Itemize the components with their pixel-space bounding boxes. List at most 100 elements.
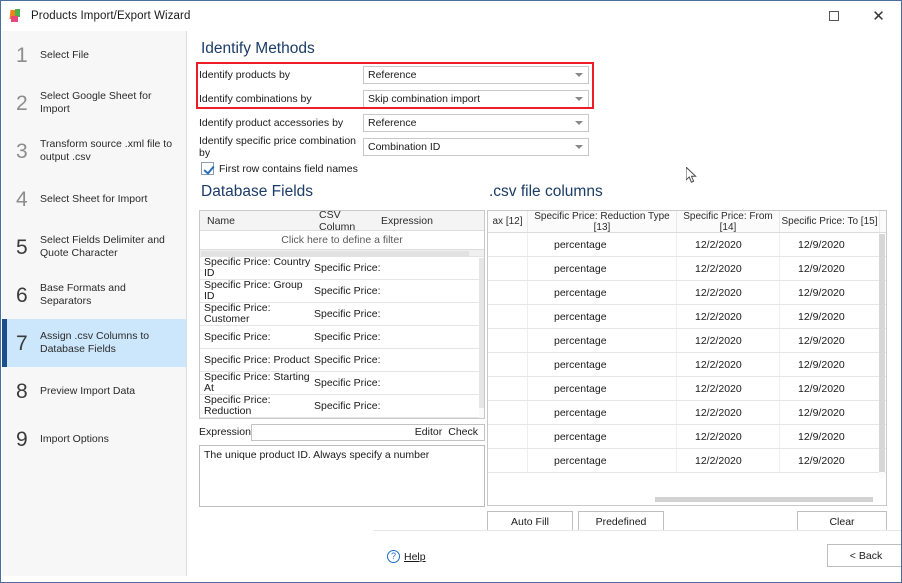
cell-tax	[488, 329, 528, 352]
clear-button[interactable]: Clear	[797, 511, 887, 532]
sidebar-item-select-file[interactable]: 1 Select File	[2, 31, 186, 79]
identify-accessories-value: Reference	[364, 117, 416, 129]
database-fields-title: Database Fields	[201, 183, 313, 201]
sidebar-item-import-options[interactable]: 9 Import Options	[2, 415, 186, 463]
table-row[interactable]: percentage 12/2/2020 12/9/2020	[488, 353, 886, 377]
table-row[interactable]: Specific Price: Specific Price:	[200, 326, 484, 349]
database-fields-panel: Database Fields Name CSV Column Expressi…	[199, 183, 485, 543]
table-row[interactable]: percentage 12/2/2020 12/9/2020	[488, 329, 886, 353]
database-fields-vertical-scrollbar[interactable]	[479, 258, 484, 419]
table-row[interactable]: Specific Price: Product Specific Price:	[200, 349, 484, 372]
table-row[interactable]: percentage 12/2/2020 12/9/2020	[488, 233, 886, 257]
filter-row[interactable]: Click here to define a filter	[200, 231, 484, 250]
cell-reduction-type: percentage	[528, 257, 677, 280]
wizard-window: Products Import/Export Wizard ✕ 1 Select…	[0, 0, 902, 583]
identify-products-label: Identify products by	[199, 69, 363, 81]
cell-to: 12/9/2020	[780, 233, 880, 256]
csv-vertical-scrollbar[interactable]	[879, 234, 885, 479]
editor-link[interactable]: Editor	[415, 426, 442, 438]
column-header-reduction-type[interactable]: Specific Price: Reduction Type [13]	[528, 211, 677, 232]
form-row-identify-products: Identify products by Reference	[199, 65, 589, 85]
identify-specific-price-label: Identify specific price combination by	[199, 135, 363, 159]
sidebar-item-assign-columns[interactable]: 7 Assign .csv Columns to Database Fields	[2, 319, 186, 367]
cell-reduction-type: percentage	[528, 401, 677, 424]
table-row[interactable]: Specific Price: Reduction Specific Price…	[200, 395, 484, 418]
column-header-expression[interactable]: Expression	[374, 215, 454, 227]
identify-accessories-dropdown[interactable]: Reference	[363, 114, 589, 132]
cell-tax	[488, 449, 528, 472]
check-link[interactable]: Check	[448, 426, 478, 438]
csv-header-row: ax [12] Specific Price: Reduction Type […	[488, 211, 886, 233]
expression-label: Expression	[199, 426, 251, 438]
cell-tax	[488, 353, 528, 376]
cell-name: Specific Price: Starting At	[200, 372, 312, 394]
table-row[interactable]: percentage 12/2/2020 12/9/2020	[488, 425, 886, 449]
table-row[interactable]: percentage 12/2/2020 12/9/2020	[488, 281, 886, 305]
expression-input[interactable]: Editor Check	[251, 424, 485, 441]
window-controls: ✕	[811, 1, 901, 31]
cell-from: 12/2/2020	[677, 233, 780, 256]
table-row[interactable]: percentage 12/2/2020 12/9/2020	[488, 305, 886, 329]
identify-products-dropdown[interactable]: Reference	[363, 66, 589, 84]
identify-specific-price-dropdown[interactable]: Combination ID	[363, 138, 589, 156]
sidebar-item-transform-source[interactable]: 3 Transform source .xml file to output .…	[2, 127, 186, 175]
wizard-steps-sidebar: 1 Select File 2 Select Google Sheet for …	[2, 31, 187, 583]
field-description-box: The unique product ID. Always specify a …	[199, 445, 485, 507]
step-number: 4	[16, 189, 38, 210]
cell-csv-column: Specific Price:	[312, 285, 402, 297]
table-row[interactable]: Specific Price: Group ID Specific Price:	[200, 280, 484, 303]
database-fields-grid[interactable]: Name CSV Column Expression Click here to…	[199, 210, 485, 419]
app-icon	[8, 8, 24, 24]
cell-tax	[488, 281, 528, 304]
sidebar-item-preview-import[interactable]: 8 Preview Import Data	[2, 367, 186, 415]
step-label: Preview Import Data	[38, 385, 135, 398]
column-header-csv-column[interactable]: CSV Column	[312, 210, 374, 233]
column-header-tax[interactable]: ax [12]	[488, 211, 528, 232]
first-row-field-names-checkbox[interactable]: First row contains field names	[201, 162, 358, 175]
cell-csv-column: Specific Price:	[312, 331, 402, 343]
table-row[interactable]: Specific Price: Customer Specific Price:	[200, 303, 484, 326]
identify-specific-price-value: Combination ID	[364, 141, 440, 153]
table-row[interactable]: Specific Price: Starting At Specific Pri…	[200, 372, 484, 395]
chevron-down-icon	[575, 73, 583, 77]
csv-columns-grid[interactable]: ax [12] Specific Price: Reduction Type […	[487, 210, 887, 506]
cell-tax	[488, 305, 528, 328]
sidebar-item-select-delimiter[interactable]: 5 Select Fields Delimiter and Quote Char…	[2, 223, 186, 271]
sidebar-item-select-google-sheet[interactable]: 2 Select Google Sheet for Import	[2, 79, 186, 127]
cell-reduction-type: percentage	[528, 281, 677, 304]
table-row[interactable]: percentage 12/2/2020 12/9/2020	[488, 401, 886, 425]
cell-name: Specific Price:	[200, 332, 312, 343]
database-fields-horizontal-scrollbar[interactable]	[200, 250, 484, 257]
column-header-name[interactable]: Name	[200, 215, 312, 227]
column-header-from[interactable]: Specific Price: From [14]	[677, 211, 780, 232]
cell-reduction-type: percentage	[528, 233, 677, 256]
identify-products-value: Reference	[364, 69, 416, 81]
csv-horizontal-scrollbar[interactable]	[488, 496, 880, 503]
cell-tax	[488, 233, 528, 256]
close-icon[interactable]: ✕	[856, 1, 901, 31]
back-button[interactable]: < Back	[827, 544, 902, 567]
auto-fill-button[interactable]: Auto Fill	[487, 511, 573, 532]
identify-combinations-dropdown[interactable]: Skip combination import	[363, 90, 589, 108]
identify-accessories-label: Identify product accessories by	[199, 117, 363, 129]
predefined-button[interactable]: Predefined	[578, 511, 664, 532]
footer-bar: ? Help < Back Next > Cancel	[373, 530, 902, 582]
cell-csv-column: Specific Price:	[312, 262, 402, 274]
identify-combinations-value: Skip combination import	[364, 93, 480, 105]
table-row[interactable]: percentage 12/2/2020 12/9/2020	[488, 449, 886, 473]
help-link[interactable]: ? Help	[387, 550, 426, 563]
checkbox-icon[interactable]	[201, 162, 214, 175]
step-number: 2	[16, 93, 38, 114]
table-row[interactable]: percentage 12/2/2020 12/9/2020	[488, 257, 886, 281]
column-header-to[interactable]: Specific Price: To [15]	[780, 211, 880, 232]
sidebar-item-base-formats[interactable]: 6 Base Formats and Separators	[2, 271, 186, 319]
title-bar: Products Import/Export Wizard ✕	[1, 1, 901, 31]
form-row-identify-combinations: Identify combinations by Skip combinatio…	[199, 89, 589, 109]
page-title: Identify Methods	[201, 40, 315, 58]
cell-tax	[488, 377, 528, 400]
maximize-button[interactable]	[811, 1, 856, 31]
form-row-identify-accessories: Identify product accessories by Referenc…	[199, 113, 589, 133]
table-row[interactable]: percentage 12/2/2020 12/9/2020	[488, 377, 886, 401]
sidebar-item-select-sheet[interactable]: 4 Select Sheet for Import	[2, 175, 186, 223]
table-row[interactable]: Specific Price: Country ID Specific Pric…	[200, 257, 484, 280]
